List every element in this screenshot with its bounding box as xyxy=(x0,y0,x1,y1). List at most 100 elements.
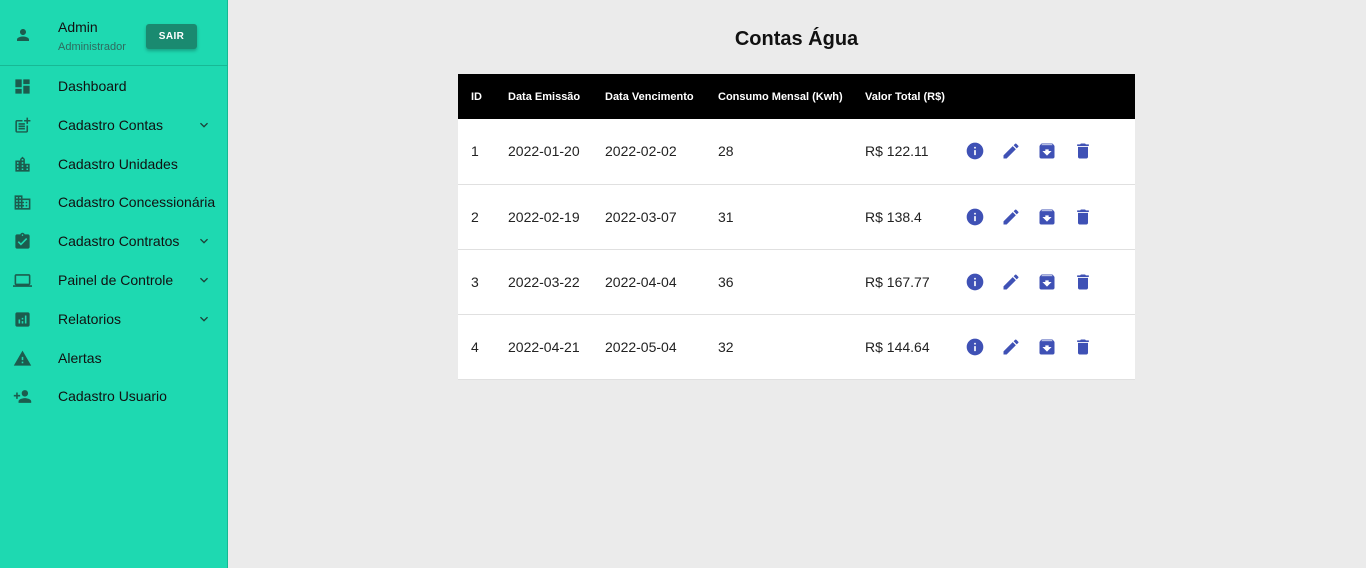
person-add-icon xyxy=(13,390,32,404)
chevron-down-icon[interactable] xyxy=(196,311,212,327)
column-header-valor-total-r: Valor Total (R$) xyxy=(865,90,945,103)
table-row: 4 2022-04-21 2022-05-04 32 R$ 144.64 xyxy=(458,314,1135,379)
sidebar-item-cadastro-unidades[interactable]: Cadastro Unidades xyxy=(0,144,227,183)
location-city-icon xyxy=(15,156,30,172)
cell-valor-total: R$ 144.64 xyxy=(865,338,930,355)
sidebar-item-relatorios[interactable]: Relatorios xyxy=(0,299,227,338)
archive-button[interactable] xyxy=(1037,207,1057,227)
accounts-table: ID Data Emissão Data Vencimento Consumo Men… xyxy=(458,74,1135,380)
delete-button[interactable] xyxy=(1073,207,1093,227)
info-icon xyxy=(966,273,984,290)
cell-data-vencimento: 2022-05-04 xyxy=(605,338,677,355)
sidebar-item-dashboard[interactable]: Dashboard xyxy=(0,66,227,105)
sidebar: Admin Administrador SAIR Dashboard Cadast… xyxy=(0,0,228,568)
cell-data-vencimento: 2022-03-07 xyxy=(605,208,677,225)
assignment-turned-in-icon xyxy=(15,232,30,249)
archive-button[interactable] xyxy=(1037,141,1057,161)
user-name: Admin xyxy=(58,19,98,35)
edit-button[interactable] xyxy=(1001,141,1021,161)
sidebar-item-cadastro-usuario[interactable]: Cadastro Usuario xyxy=(0,376,227,415)
cell-data-emissao: 2022-03-22 xyxy=(508,273,580,290)
chevron-down-icon[interactable] xyxy=(196,233,212,249)
delete-icon xyxy=(1077,143,1089,159)
delete-icon xyxy=(1077,339,1089,354)
column-header-id: ID xyxy=(471,90,482,103)
person-icon xyxy=(17,29,29,41)
archive-icon xyxy=(1039,143,1055,159)
laptop-icon xyxy=(13,274,32,287)
cell-id: 3 xyxy=(471,273,479,290)
edit-button[interactable] xyxy=(1001,272,1021,292)
sidebar-nav: Dashboard Cadastro Contas Cadastro Unidade… xyxy=(0,66,227,415)
row-actions xyxy=(965,184,1135,249)
cell-data-emissao: 2022-04-21 xyxy=(508,338,580,355)
sidebar-item-label: Dashboard xyxy=(58,78,127,94)
archive-button[interactable] xyxy=(1037,337,1057,357)
edit-icon xyxy=(1003,143,1019,159)
cell-valor-total: R$ 122.11 xyxy=(865,143,929,160)
delete-icon xyxy=(1077,274,1089,289)
delete-button[interactable] xyxy=(1073,141,1093,161)
row-actions xyxy=(965,249,1135,314)
sidebar-item-alertas[interactable]: Alertas xyxy=(0,338,227,377)
post-add-icon xyxy=(15,117,31,133)
cell-data-emissao: 2022-02-19 xyxy=(508,208,580,225)
archive-icon xyxy=(1039,209,1055,224)
edit-icon xyxy=(1003,273,1019,289)
delete-icon xyxy=(1077,209,1089,224)
archive-icon xyxy=(1039,274,1055,289)
cell-id: 4 xyxy=(471,338,479,355)
sidebar-item-label: Cadastro Usuario xyxy=(58,388,167,405)
cell-valor-total: R$ 167.77 xyxy=(865,273,930,290)
sidebar-item-label: Cadastro Unidades xyxy=(58,155,178,172)
column-header-data-vencimento: Data Vencimento xyxy=(605,90,694,103)
info-icon xyxy=(966,208,984,225)
cell-consumo: 31 xyxy=(718,208,734,225)
info-button[interactable] xyxy=(965,207,985,227)
page-title: Contas Água xyxy=(734,28,859,50)
cell-id: 2 xyxy=(471,208,479,225)
cell-valor-total: R$ 138.4 xyxy=(865,208,922,225)
business-icon xyxy=(14,195,31,211)
info-button[interactable] xyxy=(965,141,985,161)
cell-id: 1 xyxy=(471,143,479,160)
edit-button[interactable] xyxy=(1001,337,1021,357)
table-row: 2 2022-02-19 2022-03-07 31 R$ 138.4 xyxy=(458,184,1135,249)
sidebar-item-cadastro-contas[interactable]: Cadastro Contas xyxy=(0,105,227,144)
sidebar-item-label: Cadastro Contratos xyxy=(58,233,180,250)
table-header-row: ID Data Emissão Data Vencimento Consumo Men… xyxy=(458,74,1135,119)
sidebar-item-cadastro-concessionaria[interactable]: Cadastro Concessionária xyxy=(0,182,227,221)
edit-button[interactable] xyxy=(1001,207,1021,227)
sidebar-item-label: Relatorios xyxy=(58,310,122,327)
sidebar-item-label: Alertas xyxy=(58,349,102,366)
sidebar-item-label: Cadastro Contas xyxy=(58,116,164,133)
column-header-consumo-mensal-kwh: Consumo Mensal (Kwh) xyxy=(718,90,843,103)
info-icon xyxy=(966,338,984,355)
cell-consumo: 32 xyxy=(718,338,734,355)
info-button[interactable] xyxy=(965,272,985,292)
edit-icon xyxy=(1003,338,1019,354)
sidebar-item-cadastro-contratos[interactable]: Cadastro Contratos xyxy=(0,221,227,260)
column-header-actions xyxy=(965,74,1135,119)
archive-icon xyxy=(1039,339,1055,354)
info-icon xyxy=(966,142,984,160)
table-row: 1 2022-01-20 2022-02-02 28 R$ 122.11 xyxy=(458,119,1135,184)
table-row: 3 2022-03-22 2022-04-04 36 R$ 167.77 xyxy=(458,249,1135,314)
cell-consumo: 28 xyxy=(718,143,734,160)
logout-button[interactable]: SAIR xyxy=(146,24,197,49)
sidebar-item-label: Painel de Controle xyxy=(58,271,174,288)
edit-icon xyxy=(1003,208,1019,224)
sidebar-item-painel-de-controle[interactable]: Painel de Controle xyxy=(0,260,227,299)
delete-button[interactable] xyxy=(1073,337,1093,357)
analytics-icon xyxy=(15,312,30,327)
user-box: Admin Administrador SAIR xyxy=(0,0,227,66)
chevron-down-icon[interactable] xyxy=(196,272,212,288)
row-actions xyxy=(965,314,1135,379)
chevron-down-icon[interactable] xyxy=(196,117,212,133)
info-button[interactable] xyxy=(965,337,985,357)
column-header-data-emissao: Data Emissão xyxy=(508,90,581,103)
sidebar-item-label: Cadastro Concessionária xyxy=(58,194,216,211)
archive-button[interactable] xyxy=(1037,272,1057,292)
delete-button[interactable] xyxy=(1073,272,1093,292)
warning-icon xyxy=(13,350,32,366)
